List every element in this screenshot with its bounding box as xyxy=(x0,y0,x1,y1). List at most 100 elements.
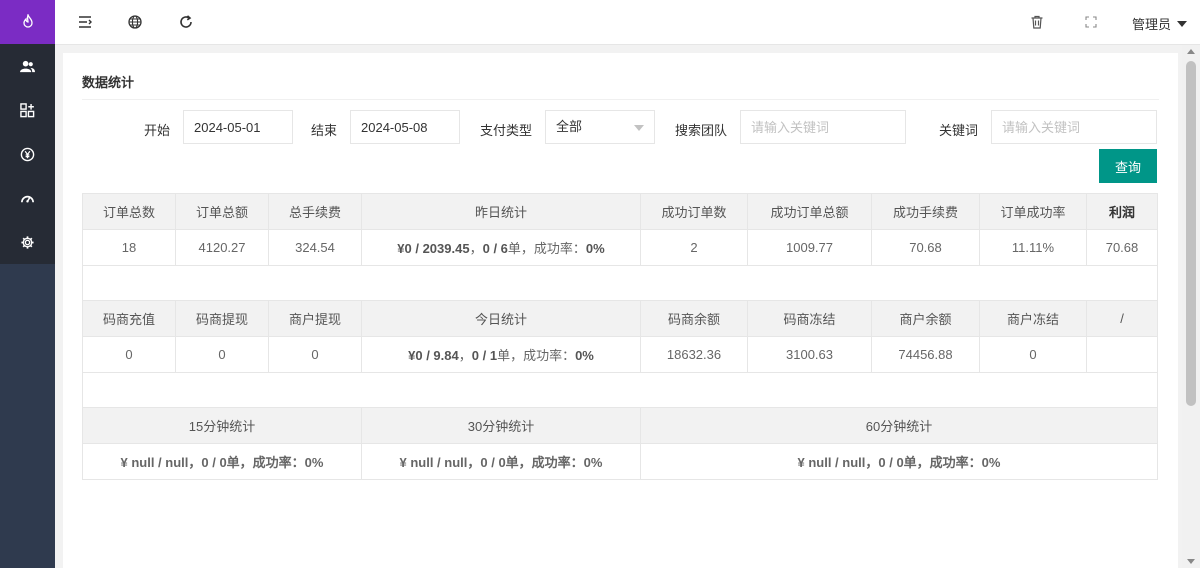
scrollbar[interactable] xyxy=(1182,45,1200,568)
query-button[interactable]: 查询 xyxy=(1099,149,1157,183)
table-cell: 70.68 xyxy=(1086,229,1158,266)
table-cell: ¥ null / null，0 / 0单，成功率：0% xyxy=(82,443,362,480)
table-header: 利润 xyxy=(1086,193,1158,230)
table-header: 商户提现 xyxy=(268,300,362,337)
table-header: 成功订单总额 xyxy=(747,193,872,230)
table-cell: 0 xyxy=(268,336,362,373)
sidebar-item-users[interactable] xyxy=(0,44,55,88)
table-header: 订单成功率 xyxy=(979,193,1087,230)
title-divider xyxy=(82,99,1159,100)
table-cell: 74456.88 xyxy=(871,336,980,373)
sidebar xyxy=(0,0,55,568)
stat-value: 0 xyxy=(404,241,412,256)
pay-type-label: 支付类型 xyxy=(480,123,533,138)
table-cell: 11.11% xyxy=(979,229,1087,266)
page-title: 数据统计 xyxy=(82,75,135,90)
sidebar-item-finance[interactable] xyxy=(0,132,55,176)
start-date-label: 开始 xyxy=(144,123,171,138)
stat-value: 0 xyxy=(415,348,423,363)
table-header-row: 码商充值 码商提现 商户提现 今日统计 码商余额 码商冻结 商户余额 商户冻结 … xyxy=(82,300,1158,337)
table-row: 0 0 0 ¥0 / 9.84，0 / 1单，成功率：0% 18632.36 3… xyxy=(82,336,1158,373)
top-bar: 管理员 xyxy=(55,0,1200,45)
currency-symbol: ¥ xyxy=(397,241,405,256)
table-header: / xyxy=(1086,300,1158,337)
table-cell: 0 xyxy=(175,336,269,373)
logo[interactable] xyxy=(0,0,55,44)
stat-value: 9.84 xyxy=(433,348,459,363)
table-header: 30分钟统计 xyxy=(361,407,641,444)
table-header: 码商余额 xyxy=(640,300,748,337)
main-panel: 数据统计 开始 结束 支付类型 全部 搜索团队 关键词 查询 订单总数 订单总额… xyxy=(63,53,1178,568)
fullscreen-icon[interactable] xyxy=(1083,14,1099,30)
sidebar-item-apps[interactable] xyxy=(0,88,55,132)
table-row: 18 4120.27 324.54 ¥0 / 2039.45，0 / 6单，成功… xyxy=(82,229,1158,266)
table-cell: 0 xyxy=(979,336,1087,373)
stat-value: 0% xyxy=(575,348,594,363)
sidebar-menu xyxy=(0,44,55,264)
table-header: 商户冻结 xyxy=(979,300,1087,337)
table-cell: 3100.63 xyxy=(747,336,872,373)
table-header-row: 订单总数 订单总额 总手续费 昨日统计 成功订单数 成功订单总额 成功手续费 订… xyxy=(82,193,1158,230)
table-header: 订单总数 xyxy=(82,193,176,230)
table-header: 码商冻结 xyxy=(747,300,872,337)
table-header: 码商充值 xyxy=(82,300,176,337)
table-cell: 1009.77 xyxy=(747,229,872,266)
table-header: 总手续费 xyxy=(268,193,362,230)
table-cell: 0 xyxy=(82,336,176,373)
table-header: 成功订单数 xyxy=(640,193,748,230)
table-cell: ¥ null / null，0 / 0单，成功率：0% xyxy=(361,443,641,480)
keyword-label: 关键词 xyxy=(939,123,979,138)
table-row: ¥ null / null，0 / 0单，成功率：0% ¥ null / nul… xyxy=(82,443,1158,480)
table-cell: 324.54 xyxy=(268,229,362,266)
users-icon xyxy=(20,60,35,72)
chevron-down-icon xyxy=(634,125,644,131)
scroll-up-icon[interactable] xyxy=(1187,49,1195,54)
stat-text: 单，成功率： xyxy=(507,241,586,256)
refresh-icon[interactable] xyxy=(178,14,194,30)
spacer-row xyxy=(82,372,1158,408)
trash-icon[interactable] xyxy=(1029,14,1045,30)
table-header: 订单总额 xyxy=(175,193,269,230)
globe-icon[interactable] xyxy=(127,14,143,30)
table-header: 15分钟统计 xyxy=(82,407,362,444)
table-cell: 2 xyxy=(640,229,748,266)
stat-value: 1 xyxy=(489,348,498,363)
keyword-input[interactable] xyxy=(991,110,1157,144)
stat-value: 2039.45 xyxy=(422,241,470,256)
sidebar-item-dashboard[interactable] xyxy=(0,176,55,220)
user-name: 管理员 xyxy=(1131,17,1171,32)
pay-type-select[interactable]: 全部 xyxy=(545,110,655,144)
spacer-row xyxy=(82,265,1158,301)
stat-value: 0 xyxy=(471,348,479,363)
scrollbar-thumb[interactable] xyxy=(1186,61,1196,406)
gear-icon xyxy=(21,235,34,249)
table-cell: ¥ null / null，0 / 0单，成功率：0% xyxy=(640,443,1158,480)
menu-toggle-icon[interactable] xyxy=(77,14,93,30)
table-cell: 4120.27 xyxy=(175,229,269,266)
user-menu[interactable]: 管理员 xyxy=(1132,14,1187,33)
table-header: 成功手续费 xyxy=(871,193,980,230)
flame-icon xyxy=(22,14,33,28)
table-cell: 18632.36 xyxy=(640,336,748,373)
stat-text: 单，成功率： xyxy=(497,348,576,363)
sidebar-item-settings[interactable] xyxy=(0,220,55,264)
stat-value: 0 xyxy=(482,241,490,256)
team-search-input[interactable] xyxy=(740,110,906,144)
table-cell xyxy=(1086,336,1158,373)
interval-stats-table: 15分钟统计 30分钟统计 60分钟统计 ¥ null / null，0 / 0… xyxy=(82,407,1158,480)
chevron-down-icon xyxy=(1177,20,1187,27)
pay-type-value: 全部 xyxy=(556,119,583,134)
table-header: 码商提现 xyxy=(175,300,269,337)
yesterday-stats-cell: ¥0 / 2039.45，0 / 6单，成功率：0% xyxy=(361,229,641,266)
stat-value: 6 xyxy=(500,241,508,256)
spacer-cell xyxy=(82,265,1158,301)
dashboard-icon xyxy=(21,195,34,203)
table-header: 昨日统计 xyxy=(361,193,641,230)
start-date-input[interactable] xyxy=(183,110,293,144)
table-header: 商户余额 xyxy=(871,300,980,337)
end-date-input[interactable] xyxy=(350,110,460,144)
stats-table: 订单总数 订单总额 总手续费 昨日统计 成功订单数 成功订单总额 成功手续费 订… xyxy=(82,193,1158,408)
end-date-label: 结束 xyxy=(311,123,338,138)
table-header: 今日统计 xyxy=(361,300,641,337)
scroll-down-icon[interactable] xyxy=(1187,559,1195,564)
